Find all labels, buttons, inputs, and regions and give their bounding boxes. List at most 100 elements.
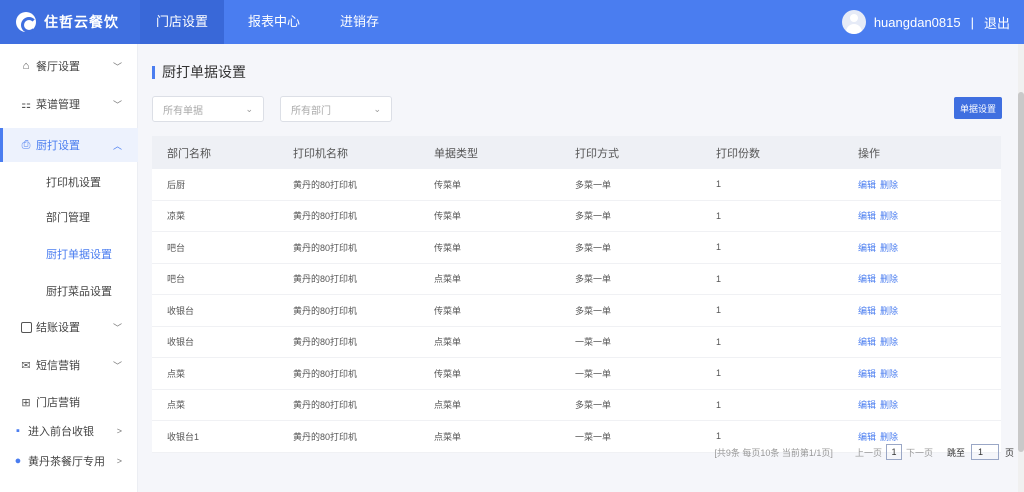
edit-link[interactable]: 编辑 [858, 211, 876, 221]
cell-printer: 黄丹的80打印机 [293, 305, 358, 316]
table-header: 部门名称 打印机名称 单据类型 打印方式 打印份数 操作 [152, 136, 1001, 169]
sidebar-item-checkout-settings[interactable]: 结账设置 ﹀ [0, 310, 138, 344]
sidebar-item-label: 厨打设置 [36, 140, 80, 152]
document-filter-select[interactable]: 所有单据 ⌄ [152, 96, 264, 122]
edit-link[interactable]: 编辑 [858, 306, 876, 316]
cell-doc-type: 传菜单 [434, 211, 462, 222]
avatar[interactable] [841, 10, 866, 34]
page-title-text: 厨打单据设置 [162, 64, 246, 80]
sidebar-item-department[interactable]: 部门管理 [0, 200, 138, 234]
sidebar-item-label: 进入前台收银 [28, 426, 94, 438]
nav-report-center[interactable]: 报表中心 [232, 0, 316, 44]
nav-inventory[interactable]: 进销存 [324, 0, 395, 44]
delete-link[interactable]: 删除 [880, 180, 898, 190]
delete-link[interactable]: 删除 [880, 432, 898, 442]
sidebar-item-label: 黄丹茶餐厅专用 [28, 456, 105, 468]
edit-link[interactable]: 编辑 [858, 180, 876, 190]
header-copies: 打印份数 [716, 147, 760, 160]
department-filter-select[interactable]: 所有部门 ⌄ [280, 96, 392, 122]
delete-link[interactable]: 删除 [880, 337, 898, 347]
logout-link[interactable]: 退出 [984, 13, 1010, 32]
cell-copies: 1 [716, 242, 722, 253]
next-page-button[interactable]: 下一页 [906, 446, 933, 459]
table-row: 凉菜 黄丹的80打印机 传菜单 多菜一单 1 编辑 删除 [152, 201, 1001, 232]
print-document-table: 部门名称 打印机名称 单据类型 打印方式 打印份数 操作 后厨 黄丹的80打印机传… [152, 136, 1001, 453]
cell-department: 收银台 [167, 305, 195, 316]
sidebar-item-printer-settings[interactable]: 打印机设置 [0, 165, 138, 199]
cashier-icon: ▪ [16, 425, 20, 437]
mail-icon: ✉ [21, 359, 31, 372]
nav-store-settings[interactable]: 门店设置 [140, 0, 225, 44]
table-row: 吧台 黄丹的80打印机 点菜单 多菜一单 1 编辑 删除 [152, 264, 1001, 295]
cell-print-mode: 多菜一单 [575, 305, 612, 316]
jump-page-input[interactable]: 1 [970, 444, 999, 460]
prev-page-button[interactable]: 上一页 [855, 446, 882, 459]
chevron-down-icon: ⌄ [373, 103, 381, 114]
cell-printer: 黄丹的80打印机 [293, 274, 358, 285]
table-body: 后厨 黄丹的80打印机 传菜单 多菜一单 1 编辑 删除 凉菜 黄丹的80打印机 传菜单 多菜一单 1… [152, 169, 1001, 453]
delete-link[interactable]: 删除 [880, 211, 898, 221]
edit-link[interactable]: 编辑 [858, 400, 876, 410]
sidebar-item-kitchen-print[interactable]: ⎙ 厨打设置 ︿ [0, 128, 138, 162]
sidebar-item-enter-cashier[interactable]: ▪ 进入前台收银 > [0, 414, 138, 448]
sidebar-item-menu-management[interactable]: ⚏ 菜谱管理 ﹀ [0, 87, 138, 121]
home-icon: ⌂ [22, 60, 30, 72]
cell-department: 收银台 [167, 337, 195, 348]
cell-copies: 1 [716, 273, 722, 284]
chevron-down-icon: ﹀ [112, 322, 122, 333]
cell-actions: 编辑 删除 [858, 209, 1001, 222]
vertical-scrollbar[interactable] [1018, 44, 1024, 492]
cell-department: 凉菜 [167, 211, 186, 222]
cell-doc-type: 点菜单 [434, 274, 462, 285]
sidebar-item-print-dish-settings[interactable]: 厨打菜品设置 [0, 274, 138, 308]
delete-link[interactable]: 删除 [880, 243, 898, 253]
sidebar-item-label: 门店营销 [36, 397, 80, 409]
table-row: 点菜 黄丹的80打印机 点菜单 多菜一单 1 编辑 删除 [152, 390, 1001, 421]
cell-department: 收银台1 [167, 431, 200, 442]
gift-icon: ⊞ [21, 396, 31, 409]
edit-link[interactable]: 编辑 [858, 274, 876, 284]
table-row: 收银台 黄丹的80打印机 点菜单 一菜一单 1 编辑 删除 [152, 327, 1001, 358]
brand[interactable]: 住哲云餐饮 [0, 0, 140, 44]
current-page-button[interactable]: 1 [885, 444, 902, 460]
cell-doc-type: 点菜单 [434, 400, 462, 411]
cell-doc-type: 点菜单 [434, 337, 462, 348]
sidebar-item-restaurant-settings[interactable]: ⌂ 餐厅设置 ﹀ [0, 49, 138, 83]
cell-print-mode: 多菜一单 [575, 274, 612, 285]
header-print-mode: 打印方式 [575, 147, 619, 160]
top-bar: 住哲云餐饮 门店设置 报表中心 进销存 huangdan0815 | 退出 [0, 0, 1024, 44]
table-row: 收银台 黄丹的80打印机 传菜单 多菜一单 1 编辑 删除 [152, 295, 1001, 327]
edit-link[interactable]: 编辑 [858, 243, 876, 253]
cell-actions: 编辑 删除 [858, 398, 1001, 411]
document-settings-button[interactable]: 单据设置 [954, 97, 1002, 119]
edit-link[interactable]: 编辑 [858, 432, 876, 442]
scrollbar-thumb[interactable] [1018, 92, 1024, 452]
cell-copies: 1 [716, 399, 722, 410]
cell-actions: 编辑 删除 [858, 335, 1001, 348]
delete-link[interactable]: 删除 [880, 400, 898, 410]
sidebar-item-print-document-settings[interactable]: 厨打单据设置 [0, 237, 138, 271]
pager-summary: [共9条 每页10条 当前第1/1页] [714, 447, 833, 458]
cell-print-mode: 一菜一单 [575, 337, 612, 348]
cell-print-mode: 多菜一单 [575, 179, 612, 190]
brand-name: 住哲云餐饮 [44, 14, 119, 30]
sidebar-item-sms-marketing[interactable]: ✉ 短信营销 ﹀ [0, 348, 138, 382]
cell-actions: 编辑 删除 [858, 272, 1001, 285]
delete-link[interactable]: 删除 [880, 274, 898, 284]
header-printer: 打印机名称 [293, 147, 348, 160]
sidebar-item-store-switch[interactable]: ● 黄丹茶餐厅专用 > [0, 444, 138, 478]
edit-link[interactable]: 编辑 [858, 337, 876, 347]
page-unit-label: 页 [1004, 447, 1014, 458]
cell-doc-type: 传菜单 [434, 305, 462, 316]
brand-logo-icon [16, 12, 37, 33]
user-area: huangdan0815 | 退出 [841, 0, 1010, 44]
cell-copies: 1 [716, 305, 722, 316]
delete-link[interactable]: 删除 [880, 306, 898, 316]
edit-link[interactable]: 编辑 [858, 369, 876, 379]
cell-doc-type: 传菜单 [434, 179, 462, 190]
username[interactable]: huangdan0815 [874, 15, 961, 30]
cell-printer: 黄丹的80打印机 [293, 242, 358, 253]
header-doc-type: 单据类型 [434, 147, 478, 160]
document-filter-value: 所有单据 [163, 105, 203, 117]
delete-link[interactable]: 删除 [880, 369, 898, 379]
